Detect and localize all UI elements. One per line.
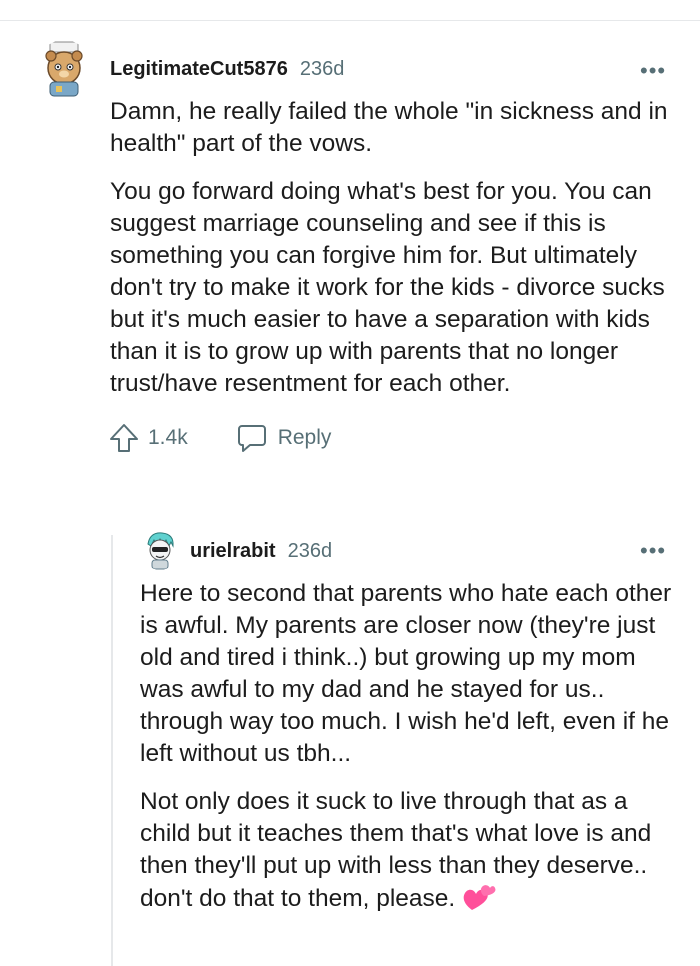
comment-paragraph-text: Not only does it suck to live through th… (140, 788, 652, 912)
comment-body: Here to second that parents who hate eac… (140, 578, 675, 937)
avatar[interactable] (142, 530, 178, 570)
username[interactable]: urielrabit (190, 540, 276, 563)
comment-age: 236d (299, 58, 345, 80)
comment-age: 236d (287, 540, 333, 562)
comment-paragraph-last: Not only does it suck to live through th… (140, 786, 675, 921)
comment-meta: LegitimateCut5876 236d (110, 58, 344, 81)
reply-button[interactable]: Reply (236, 423, 332, 453)
more-options-button[interactable]: ••• (640, 60, 666, 82)
comment-paragraph: Damn, he really failed the whole "in sic… (110, 98, 668, 157)
reply-label: Reply (277, 426, 332, 449)
upvote-count: 1.4k (148, 426, 188, 449)
reply-bubble-icon (237, 425, 266, 452)
more-horizontal-icon: ••• (640, 58, 667, 83)
comment-paragraph: Here to second that parents who hate eac… (140, 580, 672, 767)
two-hearts-emoji-icon (462, 882, 496, 921)
avatar-character-icon (147, 532, 174, 570)
comment-meta: urielrabit 236d (190, 540, 332, 563)
avatar[interactable] (36, 40, 92, 100)
comment-paragraph: You go forward doing what's best for you… (110, 178, 665, 397)
avatar-bear-icon (45, 41, 83, 97)
upvote-arrow-icon (110, 424, 138, 452)
more-options-button[interactable]: ••• (640, 540, 666, 562)
comment-body: Damn, he really failed the whole "in sic… (110, 96, 670, 416)
username[interactable]: LegitimateCut5876 (110, 58, 288, 81)
upvote-button[interactable]: 1.4k (108, 422, 188, 454)
comment-actions: 1.4k Reply (108, 422, 331, 454)
thread-line[interactable] (111, 535, 113, 966)
more-horizontal-icon: ••• (640, 538, 667, 563)
top-divider (0, 20, 700, 21)
